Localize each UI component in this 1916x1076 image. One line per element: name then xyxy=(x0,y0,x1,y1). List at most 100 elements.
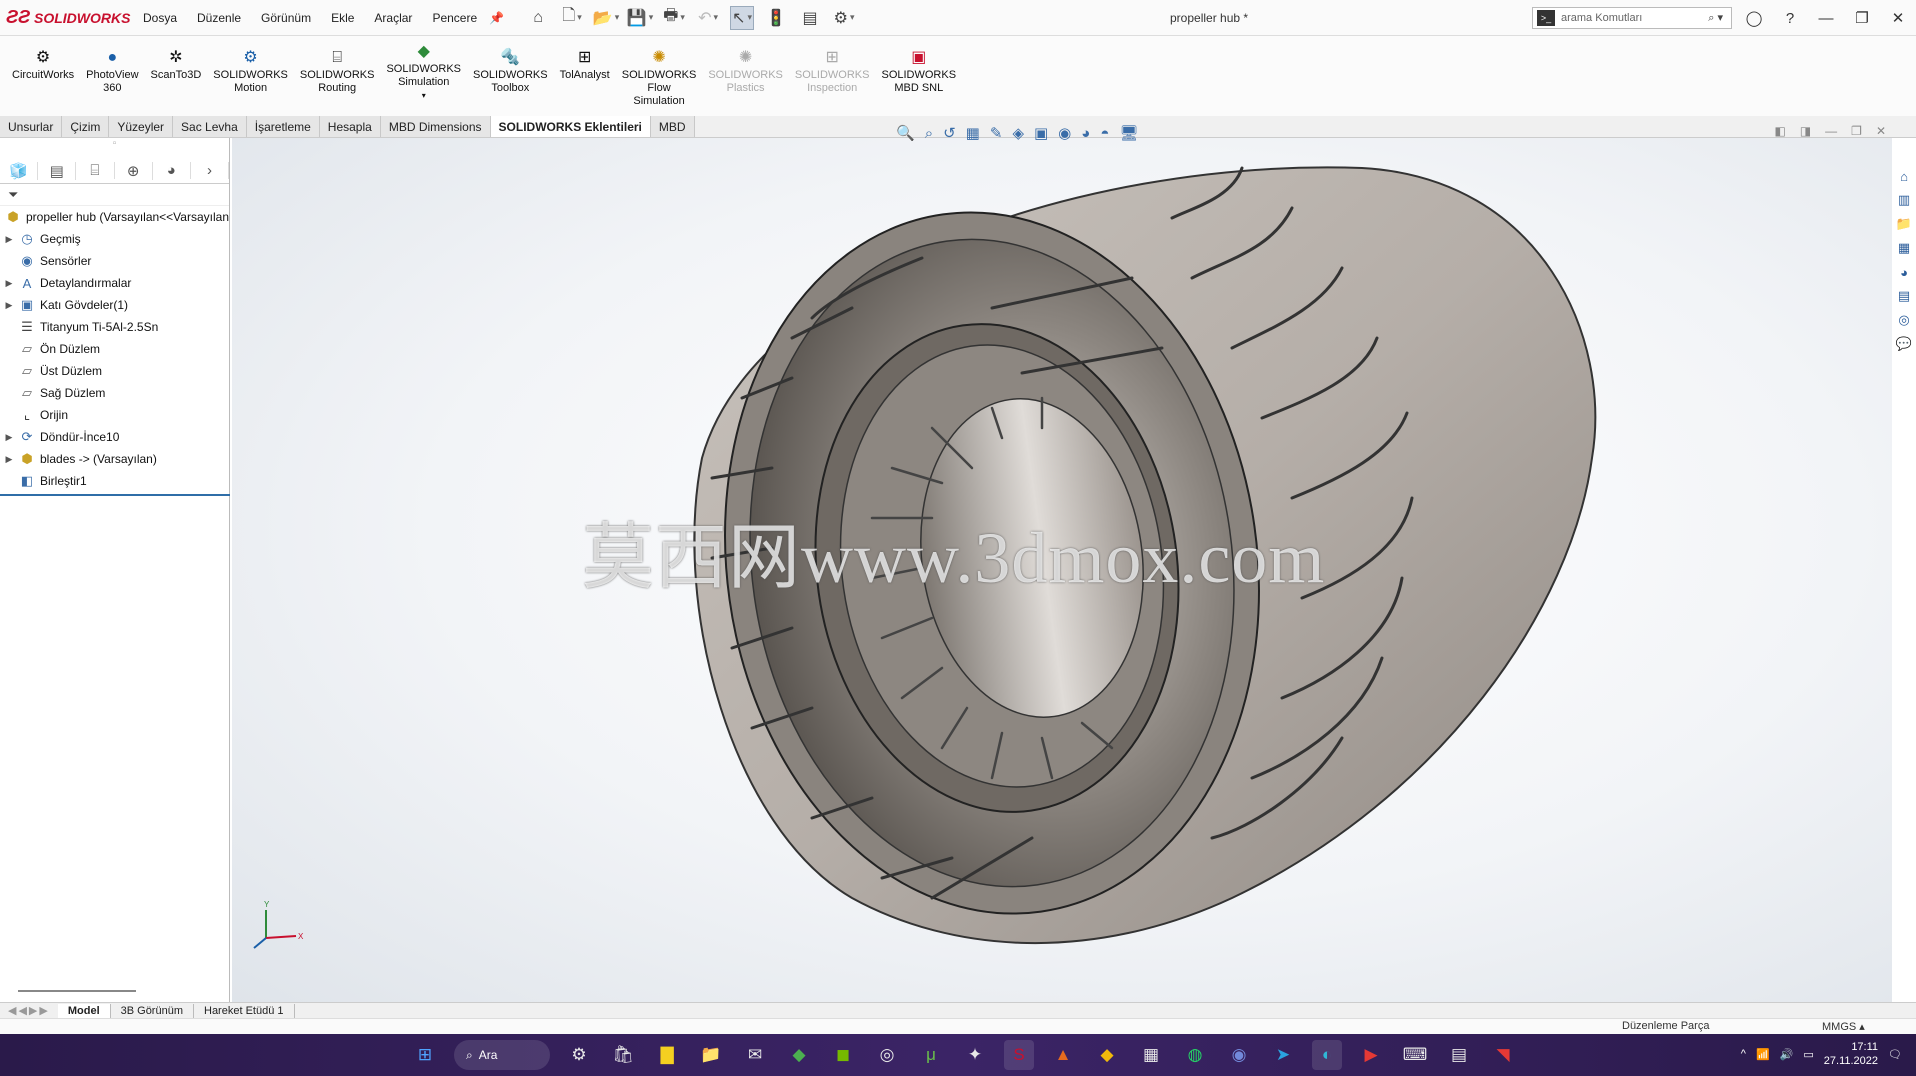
home-icon[interactable]: ⌂ xyxy=(526,6,550,30)
open-icon[interactable]: 📂 xyxy=(593,6,618,30)
print-icon[interactable]: 🖶 xyxy=(662,6,686,30)
telegram-icon[interactable]: ➤ xyxy=(1268,1040,1298,1070)
tree-item-revolve-thin[interactable]: ▶ ⟳ Döndür-İnce10 xyxy=(0,426,229,448)
expand-arrow-icon[interactable]: ▶ xyxy=(0,234,18,245)
section-view-icon[interactable]: ▦ xyxy=(966,124,980,142)
chevron-right-icon[interactable]: › xyxy=(191,162,230,179)
select-cursor-icon[interactable]: ↖ xyxy=(730,5,755,30)
utorrent-icon[interactable]: μ xyxy=(916,1040,946,1070)
appearances-icon[interactable]: ◕ xyxy=(1894,262,1914,282)
tree-item-history[interactable]: ▶ ◷ Geçmiş xyxy=(0,228,229,250)
menu-file[interactable]: Dosya xyxy=(135,7,185,29)
previous-view-icon[interactable]: ↺ xyxy=(943,124,956,142)
tab-motion-study[interactable]: Hareket Etüdü 1 xyxy=(194,1003,295,1018)
tree-item-origin[interactable]: ⌞ Orijin xyxy=(0,404,229,426)
minimize-icon[interactable]: — xyxy=(1808,10,1844,27)
battery-icon[interactable]: ▭ xyxy=(1803,1048,1813,1061)
mail-app-icon[interactable]: ✉ xyxy=(740,1040,770,1070)
expand-arrow-icon[interactable]: ▶ xyxy=(0,432,18,443)
undo-icon[interactable]: ↶ xyxy=(696,6,720,30)
binance-icon[interactable]: ◆ xyxy=(1092,1040,1122,1070)
rebuild-icon[interactable]: 🚦 xyxy=(764,6,788,30)
steam-icon[interactable]: ◎ xyxy=(872,1040,902,1070)
horizontal-scrollbar[interactable] xyxy=(18,990,136,992)
zoom-to-fit-icon[interactable]: 🔍 xyxy=(896,124,915,142)
file-explorer-app-icon[interactable]: 📁 xyxy=(696,1040,726,1070)
game-launcher-icon[interactable]: ◥ xyxy=(1488,1040,1518,1070)
menu-window[interactable]: Pencere xyxy=(424,7,485,29)
keyboard-app-icon[interactable]: ⌨ xyxy=(1400,1040,1430,1070)
rollback-bar[interactable] xyxy=(0,494,230,496)
solidworks-app-icon[interactable]: S xyxy=(1004,1040,1034,1070)
solidworks-forum-icon[interactable]: ◎ xyxy=(1894,310,1914,330)
nvidia-icon[interactable]: ◼ xyxy=(828,1040,858,1070)
new-document-icon[interactable]: 🗋 xyxy=(560,6,584,30)
dimxpert-icon[interactable]: ⊕ xyxy=(115,161,153,180)
graphics-area[interactable]: 莫西网www.3dmox.com Y X xyxy=(232,138,1892,1002)
file-properties-icon[interactable]: ▤ xyxy=(798,6,822,30)
doc-restore-icon[interactable]: ❐ xyxy=(1851,124,1862,138)
pin-icon[interactable]: 📌 xyxy=(489,11,504,25)
tree-item-solid-bodies[interactable]: ▶ ▣ Katı Gövdeler(1) xyxy=(0,294,229,316)
tree-item-combine[interactable]: ◧ Birleştir1 xyxy=(0,470,229,492)
units-selector[interactable]: MMGS ▴ xyxy=(1822,1020,1865,1033)
expand-arrow-icon[interactable]: ▶ xyxy=(0,454,18,465)
tab-markup[interactable]: İşaretleme xyxy=(246,116,320,137)
hide-show-icon[interactable]: ◉ xyxy=(1058,124,1071,142)
expand-arrow-icon[interactable]: ▶ xyxy=(0,278,18,289)
edge-browser-icon[interactable]: ◐ xyxy=(1312,1040,1342,1070)
close-icon[interactable]: ✕ xyxy=(1880,9,1916,27)
doc-close-icon[interactable]: ✕ xyxy=(1876,124,1886,138)
account-icon[interactable]: ◯ xyxy=(1736,9,1772,27)
ribbon-circuitworks-button[interactable]: ⚙ CircuitWorks xyxy=(6,46,80,82)
system-app-icon[interactable]: ▦ xyxy=(1136,1040,1166,1070)
chevron-down-icon[interactable]: ▾ xyxy=(422,89,426,102)
settings-app-icon[interactable]: ⚙ xyxy=(564,1040,594,1070)
discord-icon[interactable]: ◉ xyxy=(1224,1040,1254,1070)
tab-model[interactable]: Model xyxy=(57,1003,111,1018)
volume-icon[interactable]: 🔊 xyxy=(1780,1048,1794,1061)
search-commands-box[interactable]: >_ arama Komutları ⌕ ▾ xyxy=(1532,7,1732,29)
view-palette-icon[interactable]: ▦ xyxy=(1894,238,1914,258)
taskbar-search[interactable]: ⌕ Ara xyxy=(454,1040,550,1070)
calculator-app-icon[interactable]: ▤ xyxy=(1444,1040,1474,1070)
ribbon-toolbox-button[interactable]: 🔩 SOLIDWORKS Toolbox xyxy=(467,46,554,95)
custom-properties-icon[interactable]: ▤ xyxy=(1894,286,1914,306)
solidworks-resources-icon[interactable]: ⌂ xyxy=(1894,166,1914,186)
split-left-icon[interactable]: ◧ xyxy=(1774,124,1785,138)
tab-sheet-metal[interactable]: Sac Levha xyxy=(173,116,247,137)
save-icon[interactable]: 💾 xyxy=(627,6,652,30)
restore-icon[interactable]: ❐ xyxy=(1844,9,1880,27)
tab-mbd-dimensions[interactable]: MBD Dimensions xyxy=(380,116,491,137)
windows-start-icon[interactable]: ⊞ xyxy=(410,1040,440,1070)
tab-features[interactable]: Unsurlar xyxy=(0,116,63,137)
split-right-icon[interactable]: ◨ xyxy=(1800,124,1811,138)
configurationmanager-icon[interactable]: ⌸ xyxy=(76,162,115,179)
green-app-icon[interactable]: ◆ xyxy=(784,1040,814,1070)
tree-item-right-plane[interactable]: ▱ Sağ Düzlem xyxy=(0,382,229,404)
tab-sketch[interactable]: Çizim xyxy=(62,116,110,137)
menu-insert[interactable]: Ekle xyxy=(323,7,362,29)
matlab-icon[interactable]: ▲ xyxy=(1048,1040,1078,1070)
tab-3d-views[interactable]: 3B Görünüm xyxy=(111,1003,194,1018)
ribbon-tolanalyst-button[interactable]: ⊞ TolAnalyst xyxy=(554,46,616,82)
ribbon-routing-button[interactable]: ⌸ SOLIDWORKS Routing xyxy=(294,46,381,95)
design-library-icon[interactable]: ▥ xyxy=(1894,190,1914,210)
tab-scroll-arrows[interactable]: ◀◀▶▶ xyxy=(0,1004,58,1017)
propeller-hub-model[interactable] xyxy=(232,138,1892,1002)
tree-item-blades[interactable]: ▶ ⬢ blades -> (Varsayılan) xyxy=(0,448,229,470)
ribbon-flow-simulation-button[interactable]: ✺ SOLIDWORKS Flow Simulation xyxy=(616,46,703,108)
menu-edit[interactable]: Düzenle xyxy=(189,7,249,29)
ribbon-scanto3d-button[interactable]: ✲ ScanTo3D xyxy=(145,46,208,82)
tree-item-top-plane[interactable]: ▱ Üst Düzlem xyxy=(0,360,229,382)
tab-evaluate[interactable]: Hesapla xyxy=(319,116,381,137)
file-explorer-icon[interactable]: 📁 xyxy=(1894,214,1914,234)
ribbon-mbd-snl-button[interactable]: ▣ SOLIDWORKS MBD SNL xyxy=(875,46,962,95)
tree-item-sensors[interactable]: ◉ Sensörler xyxy=(0,250,229,272)
view-orientation-icon[interactable]: ◈ xyxy=(1012,124,1024,142)
tab-solidworks-addins[interactable]: SOLIDWORKS Eklentileri xyxy=(490,116,651,137)
clock[interactable]: 17:11 27.11.2022 xyxy=(1824,1040,1878,1068)
wifi-icon[interactable]: 📶 xyxy=(1756,1048,1770,1061)
search-icon[interactable]: ⌕ ▾ xyxy=(1708,11,1723,25)
solidworks-logo[interactable]: ƧƧ SOLIDWORKS xyxy=(0,7,135,28)
